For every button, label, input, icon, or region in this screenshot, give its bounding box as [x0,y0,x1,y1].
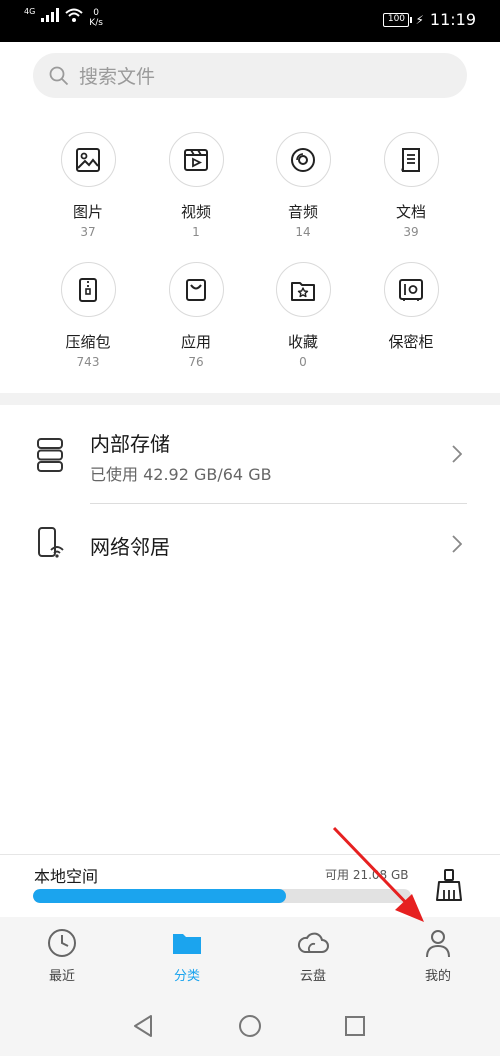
tab-label: 云盘 [299,969,326,984]
category-audio[interactable]: 音频 14 [248,132,358,239]
audio-icon [291,147,315,172]
video-icon [184,148,208,171]
network-speed: 0 K/s [89,8,103,28]
category-documents[interactable]: 文档 39 [356,132,466,239]
category-count: 1 [192,225,200,239]
tab-label: 我的 [424,969,451,984]
category-label: 保密柜 [388,333,434,351]
category-favorites[interactable]: 收藏 0 [248,262,358,369]
category-safe[interactable]: 保密柜 [356,262,466,352]
category-label: 音频 [287,203,318,221]
tab-mine[interactable]: 我的 [393,927,483,984]
folder-icon [173,934,201,954]
category-images[interactable]: 图片 37 [33,132,143,239]
search-input[interactable]: 搜索文件 [33,53,467,98]
wifi-icon [65,8,83,22]
storage-icon [37,438,63,472]
category-count: 0 [299,355,307,369]
local-space-available: 可用 21.08 GB [325,868,409,882]
speed-value: 0 [93,8,99,18]
category-label: 应用 [180,333,211,351]
broom-icon[interactable] [434,868,464,902]
tab-categories[interactable]: 分类 [142,927,232,984]
category-count: 39 [403,225,419,239]
recents-icon[interactable] [344,1014,366,1038]
system-nav-bar [0,1000,500,1056]
category-archives[interactable]: 压缩包 743 [33,262,143,369]
category-count: 37 [80,225,96,239]
internal-storage-usage: 已使用 42.92 GB/64 GB [90,465,272,484]
category-label: 压缩包 [65,333,111,351]
tab-recent[interactable]: 最近 [17,927,107,984]
category-label: 收藏 [287,333,318,351]
tab-label: 分类 [173,969,200,984]
category-label: 图片 [72,203,103,221]
star-folder-icon [291,281,315,301]
network-neighbors-title: 网络邻居 [90,535,170,559]
storage-usage-bar [33,889,411,903]
status-bar: 4G 0 K/s 100 ⚡ 11:19 [0,0,500,42]
category-count: 76 [188,355,204,369]
network-device-icon [38,527,64,558]
network-neighbors-item[interactable]: 网络邻居 [0,504,500,584]
tab-label: 最近 [48,969,75,984]
cloud-icon [297,932,329,953]
chevron-right-icon [452,445,462,463]
search-placeholder: 搜索文件 [79,66,156,88]
person-icon [426,930,450,958]
storage-usage-fill [33,889,287,903]
storage-section-divider [0,854,500,855]
battery-icon: 100 [383,12,413,27]
category-label: 文档 [395,203,426,221]
category-apps[interactable]: 应用 76 [141,262,251,369]
category-count: 743 [76,355,100,369]
network-type: 4G [24,7,36,16]
document-icon [401,147,420,172]
clock-time: 11:19 [429,10,476,29]
signal-icon [41,8,60,22]
back-icon[interactable] [132,1014,154,1038]
clock-icon [48,929,76,957]
category-count: 14 [295,225,311,239]
search-icon [49,66,69,85]
safe-icon [399,278,423,301]
section-divider [0,393,500,405]
bottom-nav: 最近 分类 云盘 我的 [0,917,500,1000]
speed-unit: K/s [89,18,103,28]
local-space-title: 本地空间 [34,867,99,886]
home-icon[interactable] [238,1014,262,1038]
tab-cloud[interactable]: 云盘 [268,927,358,984]
charging-icon: ⚡ [415,12,424,27]
category-label: 视频 [180,203,211,221]
app-bag-icon [186,278,206,301]
archive-icon [79,277,97,302]
internal-storage-title: 内部存储 [90,432,170,456]
image-icon [76,147,100,172]
chevron-right-icon [452,535,462,553]
category-videos[interactable]: 视频 1 [141,132,251,239]
internal-storage-item[interactable]: 内部存储 已使用 42.92 GB/64 GB [0,405,500,503]
battery-level: 100 [387,13,406,24]
